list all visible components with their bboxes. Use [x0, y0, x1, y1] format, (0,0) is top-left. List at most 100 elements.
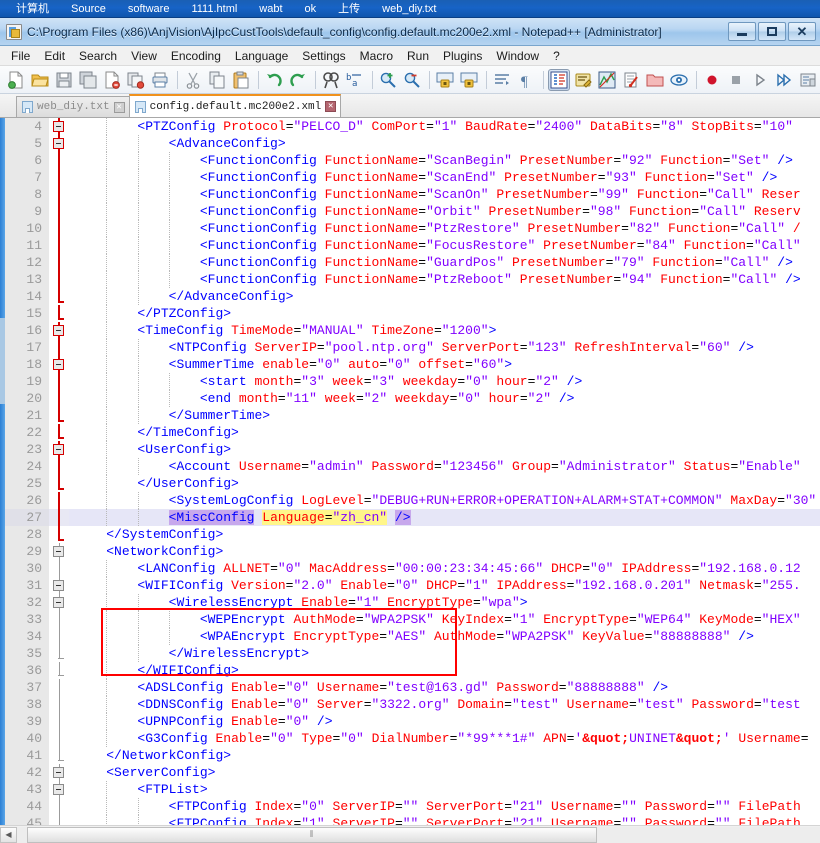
undo-button[interactable]	[263, 69, 285, 91]
fold-margin[interactable]	[49, 628, 69, 645]
fold-margin[interactable]	[49, 764, 69, 781]
fold-margin[interactable]	[49, 781, 69, 798]
print-button[interactable]	[149, 69, 171, 91]
fold-margin[interactable]	[49, 747, 69, 764]
fold-toggle-icon[interactable]	[53, 546, 64, 557]
code-line[interactable]: 9 <FunctionConfig FunctionName="Orbit" P…	[5, 203, 820, 220]
taskbar-item-web-diy-txt[interactable]: web_diy.txt	[376, 0, 442, 18]
find-button[interactable]	[320, 69, 342, 91]
fold-margin[interactable]	[49, 577, 69, 594]
fold-toggle-icon[interactable]	[53, 121, 64, 132]
monitoring-button[interactable]	[668, 69, 690, 91]
window-minimize-button[interactable]	[728, 22, 756, 41]
code-line[interactable]: 32 <WirelessEncrypt Enable="1" EncryptTy…	[5, 594, 820, 611]
code-line[interactable]: 37 <ADSLConfig Enable="0" Username="test…	[5, 679, 820, 696]
code-line[interactable]: 31 <WIFIConfig Version="2.0" Enable="0" …	[5, 577, 820, 594]
menu-item-search[interactable]: Search	[72, 47, 124, 65]
save-button[interactable]	[53, 69, 75, 91]
fold-margin[interactable]	[49, 509, 69, 526]
fold-margin[interactable]	[49, 356, 69, 373]
code-line[interactable]: 30 <LANConfig ALLNET="0" MacAddress="00:…	[5, 560, 820, 577]
fold-toggle-icon[interactable]	[53, 580, 64, 591]
code-line[interactable]: 36 </WIFIConfig>	[5, 662, 820, 679]
fold-margin[interactable]	[49, 458, 69, 475]
code-line[interactable]: 13 <FunctionConfig FunctionName="PtzRebo…	[5, 271, 820, 288]
taskbar-item-upload[interactable]: 上传	[332, 0, 366, 18]
menu-item-file[interactable]: File	[4, 47, 37, 65]
fold-margin[interactable]	[49, 288, 69, 305]
code-line[interactable]: 4 <PTZConfig Protocol="PELCO_D" ComPort=…	[5, 118, 820, 135]
scrollbar-track[interactable]: ⦀	[17, 827, 820, 843]
code-line[interactable]: 23 <UserConfig>	[5, 441, 820, 458]
word-wrap-button[interactable]	[491, 69, 513, 91]
fold-margin[interactable]	[49, 390, 69, 407]
code-line[interactable]: 11 <FunctionConfig FunctionName="FocusRe…	[5, 237, 820, 254]
record-macro-button[interactable]	[701, 69, 723, 91]
code-line[interactable]: 15 </PTZConfig>	[5, 305, 820, 322]
code-line[interactable]: 41 </NetworkConfig>	[5, 747, 820, 764]
tab-close-icon[interactable]: ✕	[114, 102, 125, 113]
fold-margin[interactable]	[49, 203, 69, 220]
tab-web-diy-txt[interactable]: web_diy.txt✕	[16, 96, 130, 117]
menu-item-[interactable]: ?	[546, 47, 567, 65]
code-line[interactable]: 12 <FunctionConfig FunctionName="GuardPo…	[5, 254, 820, 271]
code-line[interactable]: 24 <Account Username="admin" Password="1…	[5, 458, 820, 475]
run-macro-multiple-button[interactable]	[773, 69, 795, 91]
fold-margin[interactable]	[49, 645, 69, 662]
fold-margin[interactable]	[49, 373, 69, 390]
scroll-left-arrow[interactable]: ◀	[0, 827, 17, 843]
user-language-button[interactable]	[572, 69, 594, 91]
fold-toggle-icon[interactable]	[53, 597, 64, 608]
taskbar-item-ok[interactable]: ok	[299, 0, 323, 18]
code-line[interactable]: 6 <FunctionConfig FunctionName="ScanBegi…	[5, 152, 820, 169]
menu-item-edit[interactable]: Edit	[37, 47, 72, 65]
menu-item-macro[interactable]: Macro	[353, 47, 400, 65]
save-all-button[interactable]	[77, 69, 99, 91]
menu-item-window[interactable]: Window	[489, 47, 546, 65]
window-maximize-button[interactable]	[758, 22, 786, 41]
fold-margin[interactable]	[49, 322, 69, 339]
fold-margin[interactable]	[49, 220, 69, 237]
doc-map-button[interactable]	[596, 69, 618, 91]
fold-margin[interactable]	[49, 135, 69, 152]
code-line[interactable]: 8 <FunctionConfig FunctionName="ScanOn" …	[5, 186, 820, 203]
open-file-button[interactable]	[29, 69, 51, 91]
fold-margin[interactable]	[49, 305, 69, 322]
code-line[interactable]: 18 <SummerTime enable="0" auto="0" offse…	[5, 356, 820, 373]
fold-margin[interactable]	[49, 662, 69, 679]
fold-margin[interactable]	[49, 815, 69, 825]
fold-margin[interactable]	[49, 254, 69, 271]
tab-close-icon[interactable]: ✕	[325, 101, 336, 112]
redo-button[interactable]	[287, 69, 309, 91]
fold-toggle-icon[interactable]	[53, 359, 64, 370]
close-all-button[interactable]	[125, 69, 147, 91]
fold-margin[interactable]	[49, 730, 69, 747]
fold-margin[interactable]	[49, 271, 69, 288]
fold-toggle-icon[interactable]	[53, 325, 64, 336]
new-file-button[interactable]	[5, 69, 27, 91]
menu-item-plugins[interactable]: Plugins	[436, 47, 489, 65]
code-line[interactable]: 21 </SummerTime>	[5, 407, 820, 424]
code-line[interactable]: 19 <start month="3" week="3" weekday="0"…	[5, 373, 820, 390]
fold-margin[interactable]	[49, 441, 69, 458]
fold-margin[interactable]	[49, 543, 69, 560]
code-line[interactable]: 42 <ServerConfig>	[5, 764, 820, 781]
tab-config-default-mc200e2-xml[interactable]: config.default.mc200e2.xml✕	[129, 94, 342, 117]
fold-margin[interactable]	[49, 237, 69, 254]
scrollbar-thumb[interactable]: ⦀	[27, 827, 597, 843]
code-line[interactable]: 34 <WPAEncrypt EncryptType="AES" AuthMod…	[5, 628, 820, 645]
menu-item-view[interactable]: View	[124, 47, 164, 65]
code-line[interactable]: 27 <MiscConfig Language="zh_cn" />	[5, 509, 820, 526]
menu-item-encoding[interactable]: Encoding	[164, 47, 228, 65]
code-line[interactable]: 38 <DDNSConfig Enable="0" Server="3322.o…	[5, 696, 820, 713]
indent-guide-button[interactable]	[548, 69, 570, 91]
fold-toggle-icon[interactable]	[53, 767, 64, 778]
editor-area[interactable]: 4 <PTZConfig Protocol="PELCO_D" ComPort=…	[0, 118, 820, 825]
taskbar-item-1111-html[interactable]: 1111.html	[185, 0, 243, 18]
zoom-out-button[interactable]	[401, 69, 423, 91]
code-line[interactable]: 25 </UserConfig>	[5, 475, 820, 492]
show-all-chars-button[interactable]: ¶	[515, 69, 537, 91]
code-view[interactable]: 4 <PTZConfig Protocol="PELCO_D" ComPort=…	[5, 118, 820, 825]
play-macro-button[interactable]	[749, 69, 771, 91]
replace-button[interactable]: ba	[344, 69, 366, 91]
